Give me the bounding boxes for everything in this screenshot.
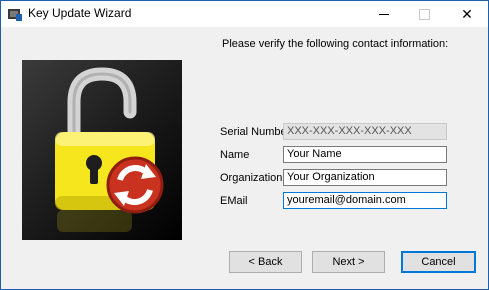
name-label: Name — [220, 149, 250, 161]
serial-number-field — [283, 123, 447, 140]
wizard-content: Please verify the following contact info… — [1, 27, 488, 289]
cancel-button[interactable]: Cancel — [401, 251, 476, 273]
email-label: EMail — [220, 195, 248, 207]
serial-number-label: Serial Number — [220, 126, 291, 138]
close-button[interactable]: ✕ — [447, 1, 487, 27]
app-icon — [8, 9, 22, 21]
organization-field[interactable] — [283, 169, 447, 186]
maximize-button[interactable] — [404, 1, 444, 27]
minimize-icon — [379, 13, 389, 15]
instruction-text: Please verify the following contact info… — [222, 38, 449, 50]
minimize-button[interactable] — [364, 1, 404, 27]
maximize-icon — [418, 8, 430, 20]
back-button[interactable]: < Back — [229, 251, 302, 273]
lock-image-panel — [22, 60, 182, 240]
title-bar: Key Update Wizard ✕ — [1, 1, 488, 27]
name-field[interactable] — [283, 146, 447, 163]
window-title: Key Update Wizard — [28, 6, 132, 20]
close-icon: ✕ — [461, 6, 473, 22]
organization-label: Organization — [220, 172, 283, 184]
next-button[interactable]: Next > — [312, 251, 385, 273]
padlock-refresh-icon — [55, 67, 164, 232]
email-field[interactable] — [283, 192, 447, 209]
wizard-window: Key Update Wizard ✕ Please verify the fo… — [0, 0, 489, 290]
